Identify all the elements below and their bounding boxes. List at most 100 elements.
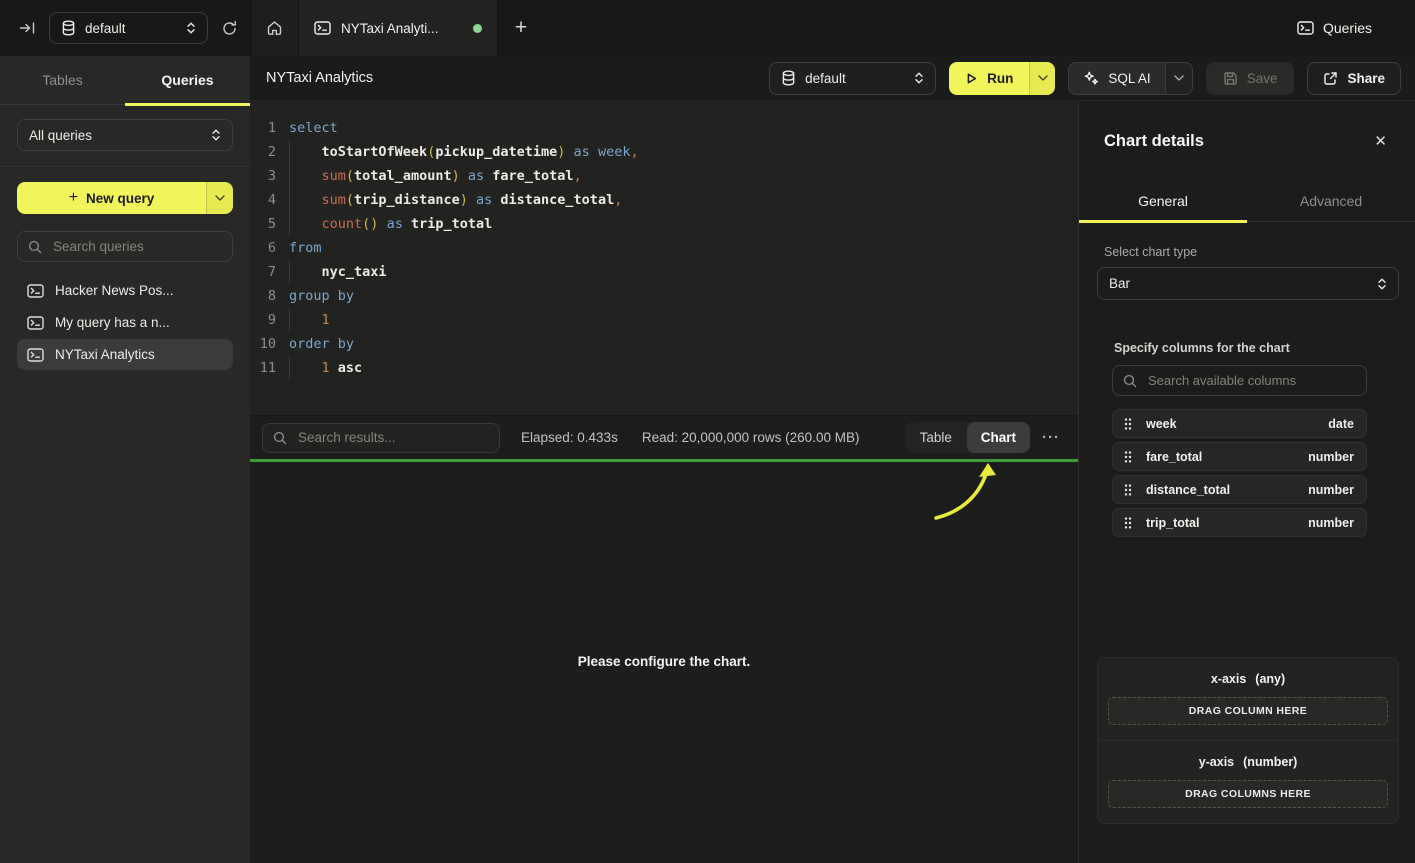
columns-search-input[interactable] (1146, 372, 1356, 389)
search-icon (28, 240, 42, 254)
tab-general[interactable]: General (1079, 181, 1247, 221)
new-query-dropdown-button[interactable] (206, 182, 233, 214)
sql-editor[interactable]: 1select2 toStartOfWeek(pickup_datetime) … (250, 101, 1078, 415)
code-line[interactable]: 8group by (250, 284, 1078, 308)
line-number: 10 (250, 332, 276, 356)
topbar-right: Queries (1291, 0, 1415, 56)
drag-handle-icon[interactable] (1123, 417, 1133, 431)
drag-handle-icon[interactable] (1123, 450, 1133, 464)
query-search-input[interactable] (51, 238, 222, 255)
query-terminal-icon (27, 348, 44, 362)
query-filter-value: All queries (29, 128, 202, 143)
code-text: select (289, 116, 338, 140)
tab-advanced[interactable]: Advanced (1247, 181, 1415, 221)
drag-handle-icon[interactable] (1123, 483, 1133, 497)
query-item-label: Hacker News Pos... (55, 283, 174, 298)
chevron-down-icon (1174, 75, 1184, 81)
save-icon (1223, 71, 1238, 86)
code-line[interactable]: 4 sum(trip_distance) as distance_total, (250, 188, 1078, 212)
columns-group-label: Specify columns for the chart (1114, 341, 1367, 355)
code-line[interactable]: 11 1 asc (250, 356, 1078, 380)
run-split-button: Run (949, 62, 1055, 95)
code-line[interactable]: 5 count() as trip_total (250, 212, 1078, 236)
chart-details-panel: Chart details ✕ General Advanced Select … (1078, 101, 1415, 863)
code-text: toStartOfWeek(pickup_datetime) as week, (289, 140, 639, 164)
code-text: sum(total_amount) as fare_total, (289, 164, 582, 188)
query-list: Hacker News Pos... My query has a n... NYT… (17, 275, 233, 370)
line-number: 11 (250, 356, 276, 380)
x-axis-drop-zone[interactable]: DRAG COLUMN HERE (1108, 697, 1388, 725)
tab-tables[interactable]: Tables (0, 56, 125, 104)
sidebar-body: All queries + New query (0, 105, 250, 371)
column-type: date (1328, 417, 1354, 431)
chart-column-row[interactable]: weekdate (1112, 409, 1367, 438)
y-axis-label: y-axis (1199, 755, 1234, 769)
column-list: weekdate fare_totalnumber distance_totalnu… (1112, 409, 1367, 537)
new-query-button[interactable]: + New query (17, 182, 206, 214)
chart-column-row[interactable]: trip_totalnumber (1112, 508, 1367, 537)
chart-column-row[interactable]: fare_totalnumber (1112, 442, 1367, 471)
code-line[interactable]: 2 toStartOfWeek(pickup_datetime) as week… (250, 140, 1078, 164)
chevron-updown-icon (914, 71, 924, 85)
search-icon (1123, 374, 1137, 388)
query-toolbar: NYTaxi Analytics default Run (250, 56, 1415, 101)
panel-header: Chart details ✕ (1079, 101, 1415, 181)
code-line[interactable]: 9 1 (250, 308, 1078, 332)
column-name: fare_total (1146, 450, 1202, 464)
tab-home[interactable] (250, 0, 299, 56)
results-search-input[interactable] (296, 429, 489, 446)
code-line[interactable]: 1select (250, 116, 1078, 140)
new-tab-button[interactable]: + (498, 0, 544, 56)
run-dropdown-button[interactable] (1029, 62, 1055, 95)
view-table-button[interactable]: Table (905, 422, 967, 453)
results-toolbar: Elapsed: 0.433s Read: 20,000,000 rows (2… (250, 415, 1078, 459)
save-button[interactable]: Save (1206, 62, 1295, 95)
database-selector-main[interactable]: default (769, 62, 936, 95)
code-text: sum(trip_distance) as distance_total, (289, 188, 622, 212)
sql-ai-dropdown-button[interactable] (1165, 63, 1192, 94)
tab-queries[interactable]: Queries (125, 56, 250, 104)
run-button[interactable]: Run (949, 62, 1029, 95)
sql-ai-button[interactable]: SQL AI (1069, 63, 1164, 94)
queries-button[interactable]: Queries (1291, 19, 1378, 37)
chart-type-select[interactable]: Bar (1097, 267, 1399, 300)
drag-handle-icon[interactable] (1123, 516, 1133, 530)
editor-column: 1select2 toStartOfWeek(pickup_datetime) … (250, 101, 1078, 863)
code-line[interactable]: 6from (250, 236, 1078, 260)
code-text: from (289, 236, 322, 260)
share-button[interactable]: Share (1307, 62, 1401, 95)
code-text: order by (289, 332, 354, 356)
y-axis-drop-zone[interactable]: DRAG COLUMNS HERE (1108, 780, 1388, 808)
database-icon (781, 70, 796, 86)
line-number: 8 (250, 284, 276, 308)
code-line[interactable]: 3 sum(total_amount) as fare_total, (250, 164, 1078, 188)
query-item-label: NYTaxi Analytics (55, 347, 155, 362)
query-search-box (17, 231, 233, 262)
x-axis-hint: (any) (1255, 672, 1285, 686)
code-line[interactable]: 7 nyc_taxi (250, 260, 1078, 284)
sidebar-query-item[interactable]: My query has a n... (17, 307, 233, 338)
tab-nytaxi-analytics[interactable]: NYTaxi Analyti... (299, 0, 498, 56)
rows-read-stat: Read: 20,000,000 rows (260.00 MB) (642, 430, 860, 445)
view-toggle: Table Chart (905, 422, 1030, 453)
query-filter-select[interactable]: All queries (17, 119, 233, 151)
view-chart-button[interactable]: Chart (967, 422, 1030, 453)
configure-chart-message: Please configure the chart. (250, 654, 1078, 669)
sql-console-app: default NYTaxi Analyti... + Queries (0, 0, 1415, 863)
chart-type-label: Select chart type (1104, 245, 1399, 259)
refresh-icon[interactable] (221, 20, 238, 37)
chart-column-row[interactable]: distance_totalnumber (1112, 475, 1367, 504)
sidebar-query-item[interactable]: Hacker News Pos... (17, 275, 233, 306)
x-axis-title: x-axis (any) (1108, 672, 1388, 686)
collapse-sidebar-icon[interactable] (19, 20, 36, 36)
y-axis-title: y-axis (number) (1108, 755, 1388, 769)
share-button-label: Share (1347, 71, 1385, 86)
chevron-updown-icon (211, 128, 221, 142)
line-number: 2 (250, 140, 276, 164)
tab-label: NYTaxi Analyti... (341, 21, 463, 36)
more-options-icon[interactable]: ··· (1042, 429, 1060, 446)
code-line[interactable]: 10 order by (250, 332, 1078, 356)
close-icon[interactable]: ✕ (1374, 132, 1387, 150)
sidebar-query-item[interactable]: NYTaxi Analytics (17, 339, 233, 370)
database-selector-top[interactable]: default (49, 12, 208, 44)
